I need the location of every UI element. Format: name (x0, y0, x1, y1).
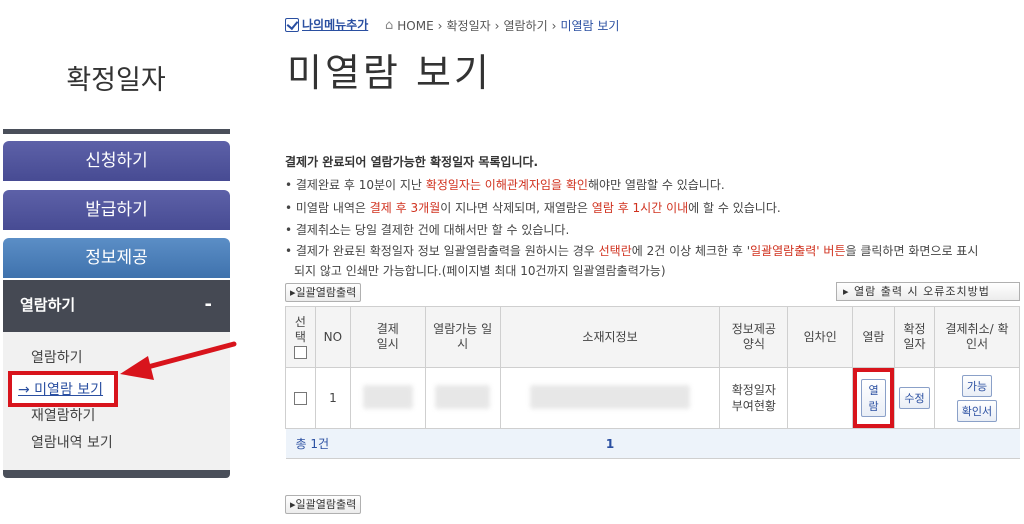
redacted-pay-date (362, 384, 413, 409)
add-my-menu-label: 나의메뉴추가 (302, 18, 369, 32)
collapse-icon[interactable]: - (205, 280, 212, 330)
table-header-row: 선택 NO 결제 일시 열람가능 일시 소재지정보 정보제공 양식 임차인 열람… (285, 306, 1021, 368)
col-tenant: 임차인 (787, 306, 854, 368)
breadcrumb-sep: › (551, 18, 557, 33)
col-edit: 확정 일자 (894, 306, 935, 368)
col-address: 소재지정보 (499, 306, 721, 368)
nav-issue-button[interactable]: 발급하기 (3, 190, 230, 230)
edit-button[interactable]: 수정 (899, 387, 930, 409)
breadcrumb-current: 미열람 보기 (560, 19, 620, 33)
checkbox-check-icon (285, 17, 299, 32)
nav-view-label: 열람하기 (20, 296, 76, 314)
row-no: 1 (314, 367, 351, 429)
page-number[interactable]: 1 (500, 428, 720, 459)
breadcrumb-sep: › (437, 18, 443, 33)
view-button-highlight: 열람 (853, 368, 895, 428)
breadcrumb-sep: › (494, 18, 500, 33)
note-line-2: • 미열람 내역은 결제 후 3개월이 지나면 삭제되며, 재열람은 열람 후 … (285, 201, 781, 215)
note-line-4: • 결제가 완료된 확정일자 정보 일괄열람출력을 원하시는 경우 선택란에 2… (285, 244, 979, 258)
nav-apply-button[interactable]: 신청하기 (3, 141, 230, 181)
col-pay-date: 결제 일시 (349, 306, 426, 368)
table-row: 1 확정일자 부여현황 열람 수정 가능 확인서 (285, 367, 1021, 429)
col-select: 선택 (285, 306, 316, 368)
breadcrumb-item[interactable]: 확정일자 (446, 17, 490, 34)
col-view: 열람 (852, 306, 896, 368)
note-line-3: • 결제취소는 당일 결제한 건에 대해서만 할 수 있습니다. (285, 223, 570, 237)
confirmation-button[interactable]: 확인서 (956, 399, 998, 422)
breadcrumb: ⌂ HOME › 확정일자 › 열람하기 › 미열람 보기 (385, 17, 619, 34)
total-count: 총 1건 (285, 428, 501, 459)
home-icon: ⌂ (385, 18, 394, 33)
row-tenant (787, 367, 854, 429)
unviewed-table: 선택 NO 결제 일시 열람가능 일시 소재지정보 정보제공 양식 임차인 열람… (285, 306, 1021, 459)
sidebar-divider (3, 129, 230, 134)
view-button[interactable]: 열람 (861, 379, 887, 417)
nav-view-section[interactable]: 열람하기 - (3, 280, 230, 332)
page-title: 미열람 보기 (287, 51, 492, 95)
note-line-5: 되지 않고 인쇄만 가능합니다.(페이지별 최대 10건까지 일괄열람출력가능) (294, 264, 666, 278)
nav-info-button[interactable]: 정보제공 (3, 238, 230, 278)
redacted-view-date (435, 384, 491, 409)
add-my-menu-link[interactable]: 나의메뉴추가 (285, 16, 368, 33)
col-format: 정보제공 양식 (719, 306, 789, 368)
breadcrumb-home[interactable]: HOME (397, 19, 433, 33)
sub-item-history[interactable]: 열람내역 보기 (31, 432, 113, 452)
col-no: NO (314, 306, 351, 368)
sidebar-title: 확정일자 (66, 65, 166, 96)
sub-item-unviewed[interactable]: → 미열람 보기 (18, 379, 103, 399)
sub-item-review[interactable]: 재열람하기 (31, 405, 95, 425)
sub-menu-bottom (3, 470, 230, 478)
table-footer-row: 총 1건 1 (285, 428, 1020, 459)
col-cancel: 결제취소/ 확인서 (933, 306, 1021, 368)
row-format: 확정일자 부여현황 (719, 367, 789, 429)
notes-heading: 결제가 완료되어 열람가능한 확정일자 목록입니다. (285, 155, 539, 169)
breadcrumb-item[interactable]: 열람하기 (503, 17, 547, 34)
available-button[interactable]: 가능 (961, 374, 993, 397)
note-line-1: • 결제완료 후 10분이 지난 확정일자는 이해관계자임을 확인해야만 열람할… (285, 178, 725, 192)
error-help-button[interactable]: ▸ 열람 출력 시 오류조치방법 (836, 282, 1020, 301)
redacted-address (530, 384, 691, 409)
red-arrow-icon (120, 341, 237, 380)
row-checkbox[interactable] (293, 392, 307, 405)
select-all-checkbox[interactable] (293, 345, 307, 359)
batch-print-button-top[interactable]: ▸일괄열람출력 (285, 283, 362, 302)
batch-print-button-bottom[interactable]: ▸일괄열람출력 (285, 495, 362, 514)
sub-item-unviewed-highlight: → 미열람 보기 (8, 371, 118, 407)
col-view-date: 열람가능 일시 (424, 306, 501, 368)
sub-item-view[interactable]: 열람하기 (31, 347, 83, 367)
